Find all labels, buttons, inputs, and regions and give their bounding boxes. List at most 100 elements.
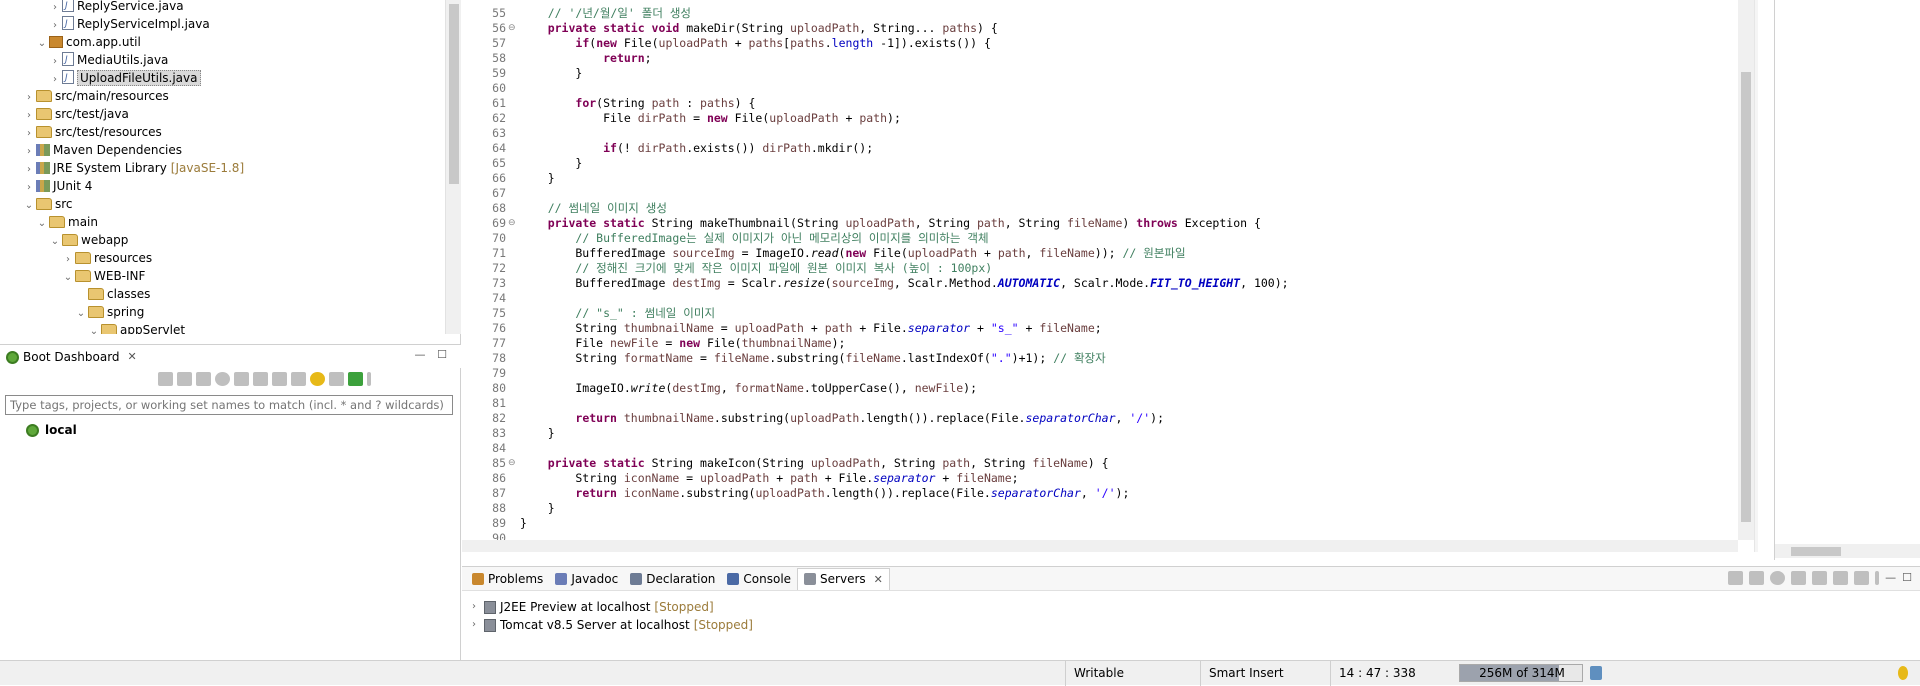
code-line[interactable]: } (520, 156, 582, 171)
overview-ruler[interactable] (1754, 0, 1758, 552)
open-console-icon[interactable] (234, 372, 249, 386)
clean-icon[interactable] (1854, 571, 1870, 585)
tab-boot-dashboard[interactable]: Boot Dashboard ✕ (2, 347, 143, 367)
tree-item[interactable]: › JUnit 4 (22, 177, 92, 195)
collapse-icon[interactable] (1728, 571, 1744, 585)
close-icon[interactable]: ✕ (128, 347, 137, 367)
server-item[interactable]: › Tomcat v8.5 Server at localhost [Stopped… (468, 616, 753, 634)
link-icon[interactable] (253, 372, 268, 386)
tree-item[interactable]: ›ReplyService.java (48, 0, 184, 15)
tree-item[interactable]: ⌄ com.app.util (35, 33, 141, 51)
expand-chevron-icon[interactable]: ⌄ (22, 197, 36, 215)
boot-dashboard-filter-input[interactable] (5, 395, 453, 415)
maximize-icon[interactable]: ☐ (436, 349, 448, 361)
lightbulb-icon[interactable] (1898, 666, 1908, 680)
maximize-icon[interactable]: ☐ (1902, 571, 1912, 585)
tree-item[interactable]: ›MediaUtils.java (48, 51, 168, 69)
start-server-icon[interactable] (1770, 571, 1786, 585)
collapse-chevron-icon[interactable]: › (468, 616, 480, 634)
fold-toggle-icon[interactable]: ⊖ (508, 216, 517, 231)
boot-dashboard-local-item[interactable]: local (26, 421, 77, 439)
code-line[interactable]: private static String makeThumbnail(Stri… (520, 216, 1261, 231)
tree-vertical-scrollbar[interactable] (445, 0, 461, 334)
tree-scroll-thumb[interactable] (449, 4, 459, 184)
tab-servers[interactable]: Servers ✕ (797, 567, 890, 590)
tree-item[interactable]: ›UploadFileUtils.java (48, 69, 201, 87)
heap-status[interactable]: 256M of 314M (1459, 664, 1583, 682)
code-line[interactable]: return iconName.substring(uploadPath.len… (520, 486, 1129, 501)
expand-chevron-icon[interactable]: ⌄ (35, 35, 49, 53)
fold-toggle-icon[interactable]: ⊖ (508, 21, 517, 36)
tree-item[interactable]: › JRE System Library [JavaSE-1.8] (22, 159, 244, 177)
code-line[interactable]: } (520, 426, 555, 441)
tree-item[interactable]: ⌄ main (35, 213, 98, 231)
code-area[interactable]: // '/년/월/일' 폴더 생성 private static void ma… (520, 0, 1700, 540)
view-menu-icon[interactable] (367, 372, 371, 386)
profile-server-icon[interactable] (1791, 571, 1807, 585)
outline-scroll-thumb[interactable] (1791, 547, 1841, 556)
code-line[interactable]: private static void makeDir(String uploa… (520, 21, 998, 36)
debug-server-icon[interactable] (1749, 571, 1765, 585)
expand-chevron-icon[interactable]: ⌄ (74, 305, 88, 323)
tab-console[interactable]: Console (721, 568, 797, 590)
edit-icon[interactable] (272, 372, 287, 386)
collapse-chevron-icon[interactable]: › (468, 598, 480, 616)
editor-vertical-scrollbar[interactable] (1738, 0, 1754, 540)
code-line[interactable]: private static String makeIcon(String up… (520, 456, 1109, 471)
tree-item[interactable]: classes (74, 285, 150, 303)
code-line[interactable]: ImageIO.write(destImg, formatName.toUppe… (520, 381, 977, 396)
view-menu-icon[interactable] (1875, 571, 1880, 585)
tree-item[interactable]: ›ReplyServiceImpl.java (48, 15, 210, 33)
expand-chevron-icon[interactable]: ⌄ (61, 269, 75, 287)
code-line[interactable]: // '/년/월/일' 폴더 생성 (520, 6, 691, 21)
tree-item[interactable]: ⌄ WEB-INF (61, 267, 146, 287)
code-line[interactable]: if(new File(uploadPath + paths[paths.len… (520, 36, 991, 51)
tab-problems[interactable]: Problems (466, 568, 549, 590)
editor-scroll-thumb[interactable] (1741, 72, 1751, 522)
code-line[interactable]: } (520, 66, 582, 81)
code-line[interactable]: return thumbnailName.substring(uploadPat… (520, 411, 1164, 426)
tab-declaration[interactable]: Declaration (624, 568, 721, 590)
code-line[interactable]: // "s_" : 썸네일 이미지 (520, 306, 715, 321)
code-line[interactable]: // 썸네일 이미지 생성 (520, 201, 667, 216)
tree-item[interactable]: ⌄ src (22, 195, 73, 213)
java-editor[interactable]: 55 56 ⊖ 57 58 59 60 61 62 63 64 65 66 67 68 69 ⊖ 70 71 72 73… (462, 0, 1758, 552)
expand-chevron-icon[interactable]: ⌄ (87, 323, 101, 334)
code-line[interactable]: // 정해진 크기에 맞게 작은 이미지 파일에 원본 이미지 복사 (높이 :… (520, 261, 992, 276)
tree-item[interactable]: ⌄ webapp (48, 231, 129, 251)
trash-icon[interactable] (1590, 666, 1602, 680)
code-line[interactable]: BufferedImage sourceImg = ImageIO.read(n… (520, 246, 1185, 261)
publish-icon[interactable] (1833, 571, 1849, 585)
code-line[interactable]: String thumbnailName = uploadPath + path… (520, 321, 1101, 336)
minimize-icon[interactable]: — (1885, 571, 1896, 585)
code-line[interactable]: File dirPath = new File(uploadPath + pat… (520, 111, 901, 126)
code-line[interactable]: String formatName = fileName.substring(f… (520, 351, 1105, 366)
code-line[interactable]: } (520, 171, 555, 186)
code-line[interactable]: // BufferedImage는 실제 이미지가 아닌 메모리상의 이미지를 … (520, 231, 988, 246)
tree-item[interactable]: › resources (61, 249, 152, 267)
tree-item[interactable]: › src/main/resources (22, 87, 169, 105)
editor-horizontal-scrollbar[interactable] (462, 540, 1738, 552)
tab-javadoc[interactable]: Javadoc (549, 568, 624, 590)
minimize-icon[interactable]: — (414, 349, 426, 361)
add-icon[interactable] (348, 372, 363, 386)
tree-item[interactable]: › src/test/java (22, 105, 129, 123)
open-browser-icon[interactable] (215, 372, 230, 386)
tree-item[interactable]: ⌄ spring (74, 303, 145, 323)
outline-horizontal-scrollbar[interactable] (1775, 544, 1920, 558)
tree-item[interactable]: › Maven Dependencies (22, 141, 182, 159)
code-line[interactable]: BufferedImage destImg = Scalr.resize(sou… (520, 276, 1288, 291)
close-icon[interactable]: ✕ (874, 573, 883, 586)
code-line[interactable]: if(! dirPath.exists()) dirPath.mkdir(); (520, 141, 873, 156)
stop-app-icon[interactable] (196, 372, 211, 386)
fold-toggle-icon[interactable]: ⊖ (508, 456, 517, 471)
expand-chevron-icon[interactable]: ⌄ (48, 233, 62, 251)
code-line[interactable]: File newFile = new File(thumbnailName); (520, 336, 845, 351)
code-line[interactable]: } (520, 516, 527, 531)
start-app-icon[interactable] (158, 372, 173, 386)
debug-app-icon[interactable] (177, 372, 192, 386)
code-line[interactable]: for(String path : paths) { (520, 96, 755, 111)
configure-icon[interactable] (329, 372, 344, 386)
code-line[interactable]: return; (520, 51, 651, 66)
code-line[interactable]: } (520, 501, 555, 516)
